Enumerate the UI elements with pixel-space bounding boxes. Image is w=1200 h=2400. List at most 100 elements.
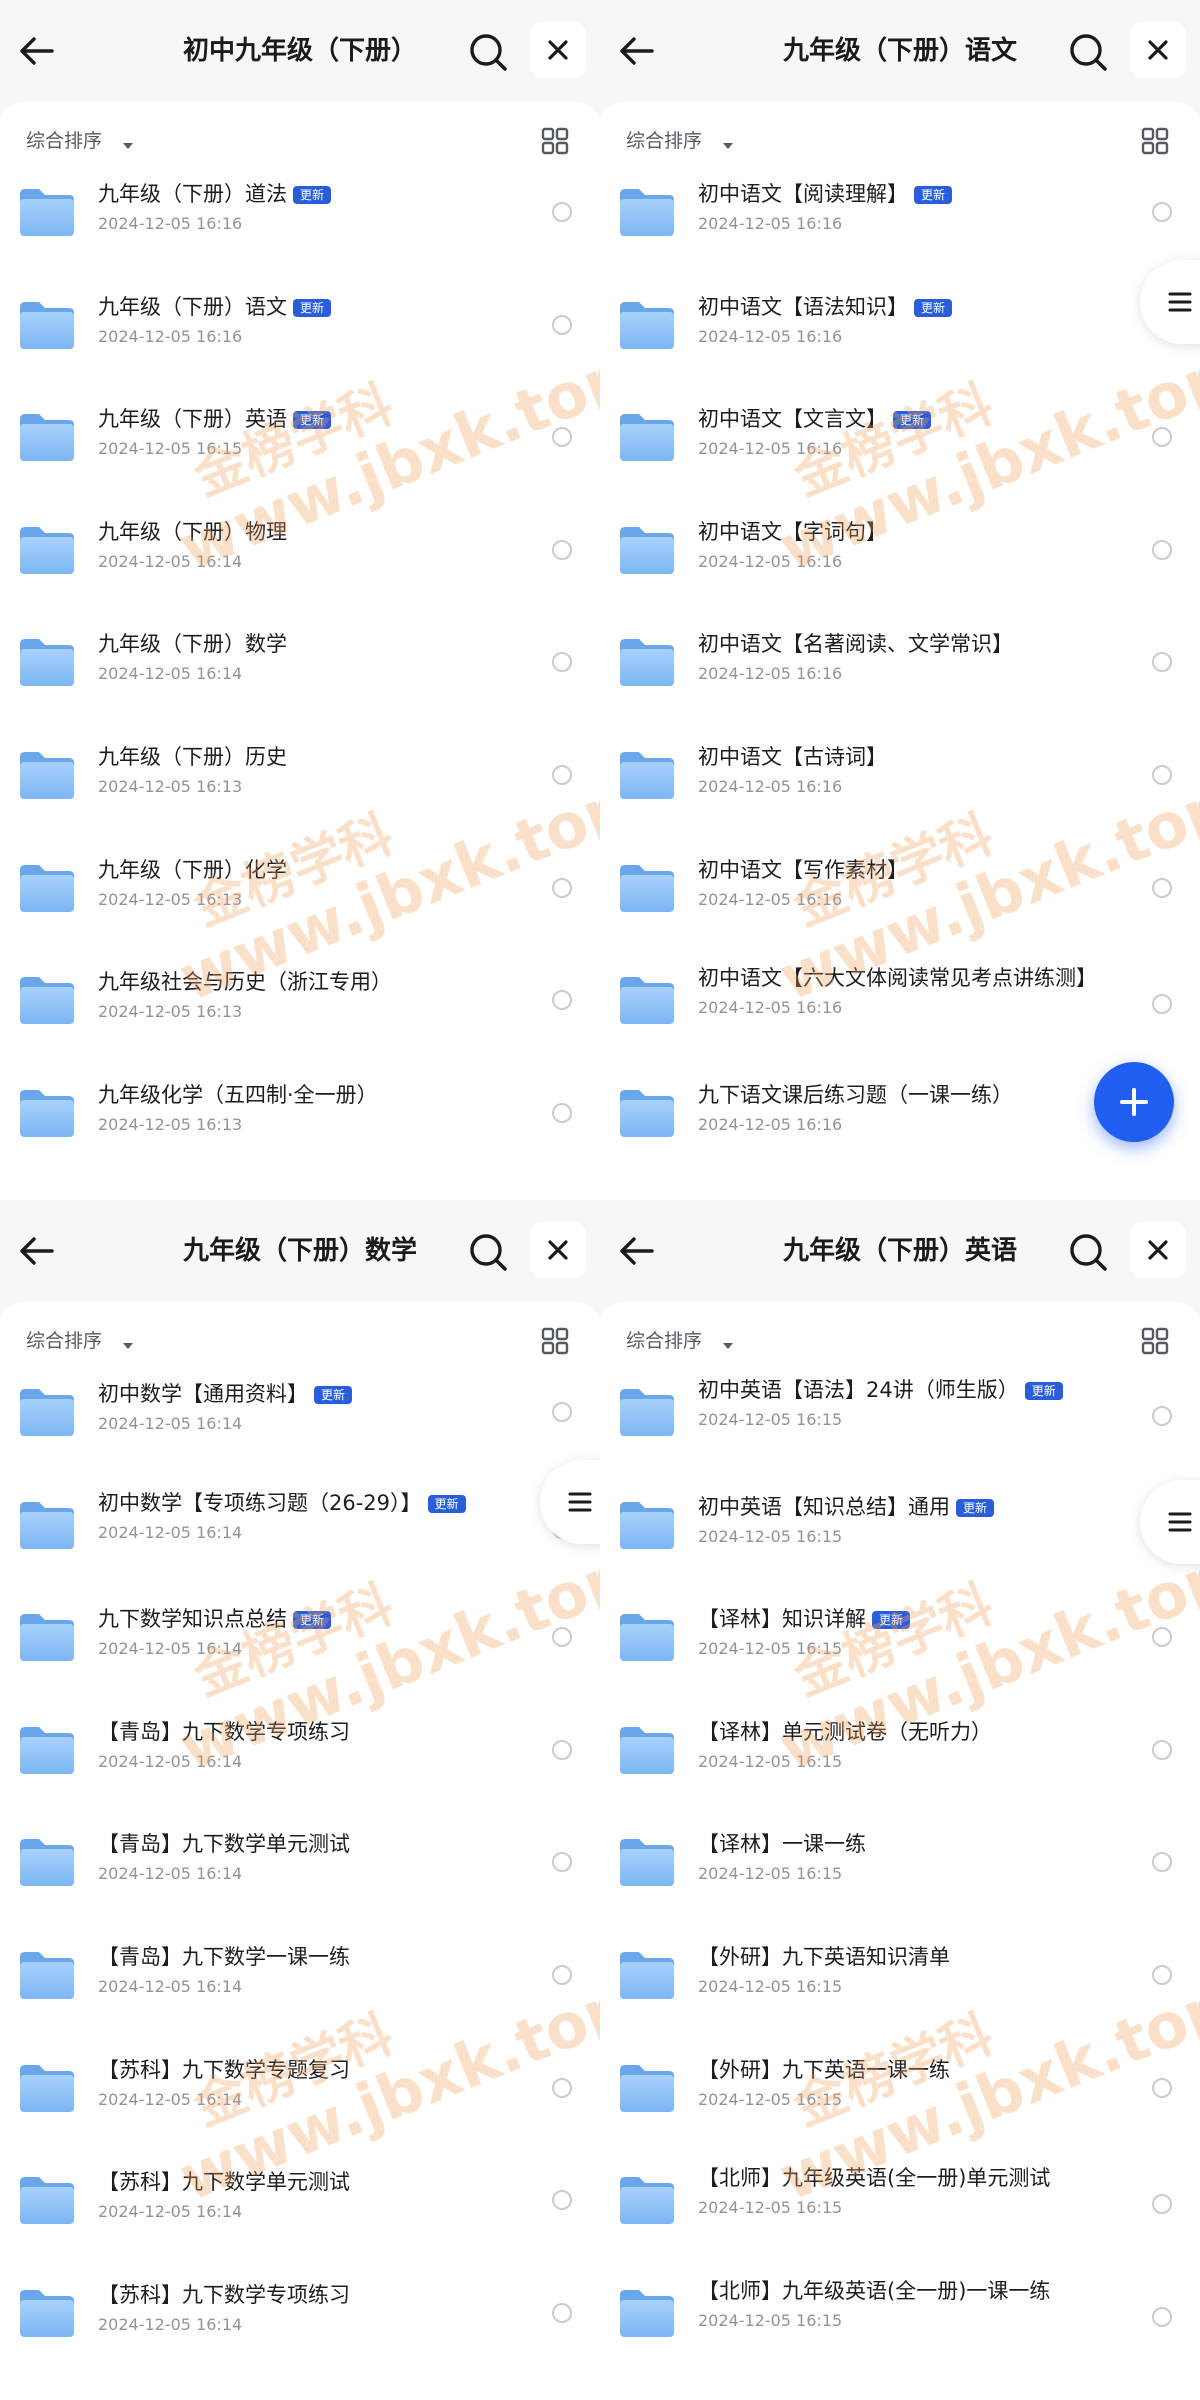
select-radio[interactable] (552, 2190, 572, 2211)
folder-row[interactable]: 【青岛】九下数学一课一练 2024-12-05 16:14 (0, 1923, 600, 2035)
close-button[interactable] (530, 22, 586, 78)
folder-row[interactable]: 九年级化学（五四制·全一册） 2024-12-05 16:13 (0, 1061, 600, 1173)
folder-row[interactable]: 【外研】九下英语一课一练 2024-12-05 16:15 (600, 2036, 1200, 2148)
select-radio[interactable] (552, 1102, 572, 1123)
select-radio[interactable] (1152, 1852, 1172, 1873)
folder-row[interactable]: 九年级（下册）语文 更新 2024-12-05 16:16 (0, 273, 600, 385)
sort-dropdown[interactable]: 综合排序 (26, 126, 133, 156)
select-radio[interactable] (552, 2302, 572, 2323)
folder-row[interactable]: 九年级（下册）历史 2024-12-05 16:13 (0, 723, 600, 835)
select-radio[interactable] (1152, 765, 1172, 785)
select-radio[interactable] (1152, 202, 1172, 222)
folder-row[interactable]: 初中语文【写作素材】 2024-12-05 16:16 (600, 836, 1200, 948)
folder-name-text: 【苏科】九下数学专题复习 (98, 2057, 350, 2082)
folder-row[interactable]: 【北师】九年级英语(全一册)单元测试 2024-12-05 16:15 (600, 2148, 1200, 2260)
search-button[interactable] (1066, 30, 1110, 74)
sort-dropdown[interactable]: 综合排序 (26, 1326, 133, 1356)
folder-row[interactable]: 【苏科】九下数学专题复习 2024-12-05 16:14 (0, 2036, 600, 2148)
select-radio[interactable] (552, 427, 572, 448)
folder-row[interactable]: 【青岛】九下数学单元测试 2024-12-05 16:14 (0, 1810, 600, 1922)
folder-row[interactable]: 初中数学【通用资料】 更新 2024-12-05 16:14 (0, 1360, 600, 1472)
folder-row[interactable]: 初中语文【阅读理解】 更新 2024-12-05 16:16 (600, 160, 1200, 272)
back-button[interactable] (14, 28, 60, 74)
select-radio[interactable] (1152, 877, 1172, 898)
search-icon (466, 34, 510, 78)
folder-row[interactable]: 九年级（下册）物理 2024-12-05 16:14 (0, 498, 600, 610)
back-button[interactable] (14, 1228, 60, 1274)
folder-row[interactable]: 初中英语【知识总结】通用 更新 2024-12-05 16:15 (600, 1473, 1200, 1585)
folder-row[interactable]: 初中语文【文言文】 更新 2024-12-05 16:16 (600, 385, 1200, 497)
folder-icon (18, 862, 76, 914)
folder-name-text: 初中英语【语法】24讲（师生版） (698, 1378, 1019, 1402)
folder-row[interactable]: 初中语文【名著阅读、文学常识】 2024-12-05 16:16 (600, 610, 1200, 722)
folder-row[interactable]: 初中语文【语法知识】 更新 2024-12-05 16:16 (600, 273, 1200, 385)
folder-row[interactable]: 九年级（下册）英语 更新 2024-12-05 16:15 (0, 385, 600, 497)
folder-row[interactable]: 【苏科】九下数学单元测试 2024-12-05 16:14 (0, 2148, 600, 2260)
sort-dropdown[interactable]: 综合排序 (626, 1326, 733, 1356)
folder-row[interactable]: 九年级（下册）道法 更新 2024-12-05 16:16 (0, 160, 600, 272)
folder-row[interactable]: 【青岛】九下数学专项练习 2024-12-05 16:14 (0, 1698, 600, 1810)
select-radio[interactable] (1152, 427, 1172, 448)
search-button[interactable] (1066, 1230, 1110, 1274)
folder-row[interactable]: 【译林】单元测试卷（无听力） 2024-12-05 16:15 (600, 1698, 1200, 1810)
folder-name: 初中语文【写作素材】 (698, 856, 1088, 884)
select-radio[interactable] (552, 202, 572, 222)
select-radio[interactable] (1152, 1965, 1172, 1985)
select-radio[interactable] (552, 539, 572, 560)
folder-name: 初中语文【阅读理解】 更新 (698, 180, 1088, 208)
select-radio[interactable] (1152, 2077, 1172, 2098)
folder-row[interactable]: 九下数学知识点总结 更新 2024-12-05 16:14 (0, 1585, 600, 1697)
grid-view-button[interactable] (540, 1326, 570, 1356)
folder-row[interactable]: 初中数学【专项练习题（26-29）】 更新 2024-12-05 16:14 (0, 1473, 600, 1585)
grid-view-button[interactable] (1140, 1326, 1170, 1356)
add-fab-button[interactable] (1094, 1062, 1174, 1142)
folder-row[interactable]: 【译林】知识详解 更新 2024-12-05 16:15 (600, 1585, 1200, 1697)
select-radio[interactable] (1152, 2194, 1172, 2215)
select-radio[interactable] (552, 765, 572, 785)
folder-row[interactable]: 九年级（下册）化学 2024-12-05 16:13 (0, 836, 600, 948)
select-radio[interactable] (1152, 652, 1172, 673)
folder-icon (618, 2062, 676, 2114)
select-radio[interactable] (1152, 1406, 1172, 1426)
close-button[interactable] (530, 1222, 586, 1278)
page-title: 九年级（下册）语文 (782, 36, 1017, 66)
select-radio[interactable] (552, 652, 572, 673)
folder-row[interactable]: 初中语文【六大文体阅读常见考点讲练测】 2024-12-05 16:16 (600, 948, 1200, 1060)
select-radio[interactable] (1152, 994, 1172, 1015)
folder-row[interactable]: 【北师】九年级英语(全一册)一课一练 2024-12-05 16:15 (600, 2261, 1200, 2373)
back-button[interactable] (614, 28, 660, 74)
select-radio[interactable] (552, 1627, 572, 1648)
select-radio[interactable] (1152, 1739, 1172, 1760)
search-button[interactable] (466, 1230, 510, 1274)
select-radio[interactable] (552, 1965, 572, 1985)
select-radio[interactable] (552, 990, 572, 1011)
select-radio[interactable] (1152, 2306, 1172, 2327)
close-button[interactable] (1130, 1222, 1186, 1278)
folder-row[interactable]: 九年级（下册）数学 2024-12-05 16:14 (0, 610, 600, 722)
folder-row[interactable]: 初中语文【字词句】 2024-12-05 16:16 (600, 498, 1200, 610)
close-button[interactable] (1130, 22, 1186, 78)
select-radio[interactable] (1152, 539, 1172, 560)
folder-name-text: 【苏科】九下数学专项练习 (98, 2282, 350, 2307)
grid-view-button[interactable] (540, 126, 570, 156)
select-radio[interactable] (1152, 1627, 1172, 1648)
select-radio[interactable] (552, 1739, 572, 1760)
select-radio[interactable] (552, 1402, 572, 1422)
select-radio[interactable] (552, 1852, 572, 1873)
folder-row[interactable]: 初中英语【语法】24讲（师生版） 更新 2024-12-05 16:15 (600, 1360, 1200, 1472)
folder-date: 2024-12-05 16:15 (698, 2089, 843, 2109)
screen-panel: 九年级（下册）数学 综合排序 初中数学【通用资料】 更新 2024-12-05 16:1… (0, 1200, 600, 2400)
folder-row[interactable]: 【译林】一课一练 2024-12-05 16:15 (600, 1810, 1200, 1922)
folder-row[interactable]: 初中语文【古诗词】 2024-12-05 16:16 (600, 723, 1200, 835)
folder-row[interactable]: 【外研】九下英语知识清单 2024-12-05 16:15 (600, 1923, 1200, 2035)
sort-dropdown[interactable]: 综合排序 (626, 126, 733, 156)
select-radio[interactable] (552, 2077, 572, 2098)
folder-name: 初中语文【六大文体阅读常见考点讲练测】 (698, 964, 1097, 992)
search-button[interactable] (466, 30, 510, 74)
grid-view-button[interactable] (1140, 126, 1170, 156)
folder-row[interactable]: 【苏科】九下数学专项练习 2024-12-05 16:14 (0, 2261, 600, 2373)
back-button[interactable] (614, 1228, 660, 1274)
select-radio[interactable] (552, 314, 572, 335)
folder-row[interactable]: 九年级社会与历史（浙江专用） 2024-12-05 16:13 (0, 948, 600, 1060)
select-radio[interactable] (552, 877, 572, 898)
